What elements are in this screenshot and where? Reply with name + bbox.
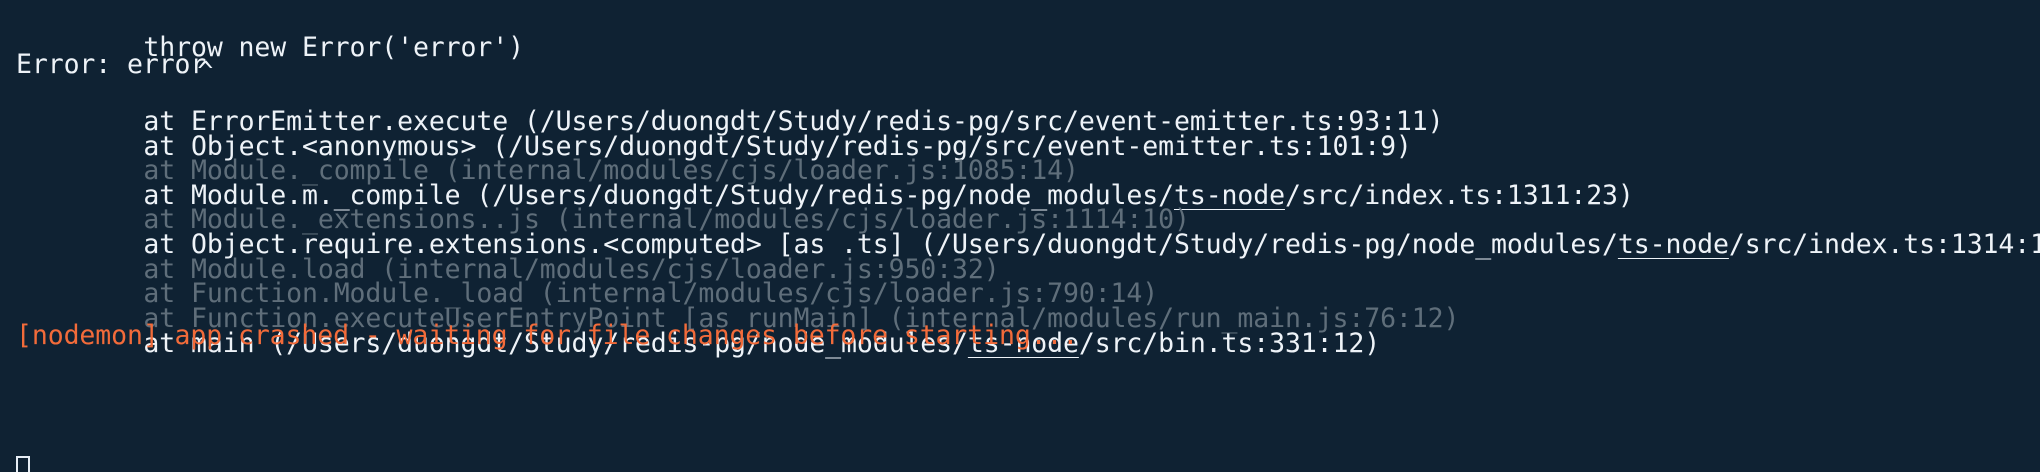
nodemon-status-message: [nodemon] app crashed - waiting for file… [16, 320, 1079, 351]
terminal-cursor[interactable] [16, 456, 30, 472]
ts-node-link[interactable]: ts-node [1618, 229, 1729, 260]
terminal-window[interactable]: throw new Error('error') ^ Error: error … [0, 0, 2040, 472]
code-line: throw new Error('error') [143, 32, 524, 63]
